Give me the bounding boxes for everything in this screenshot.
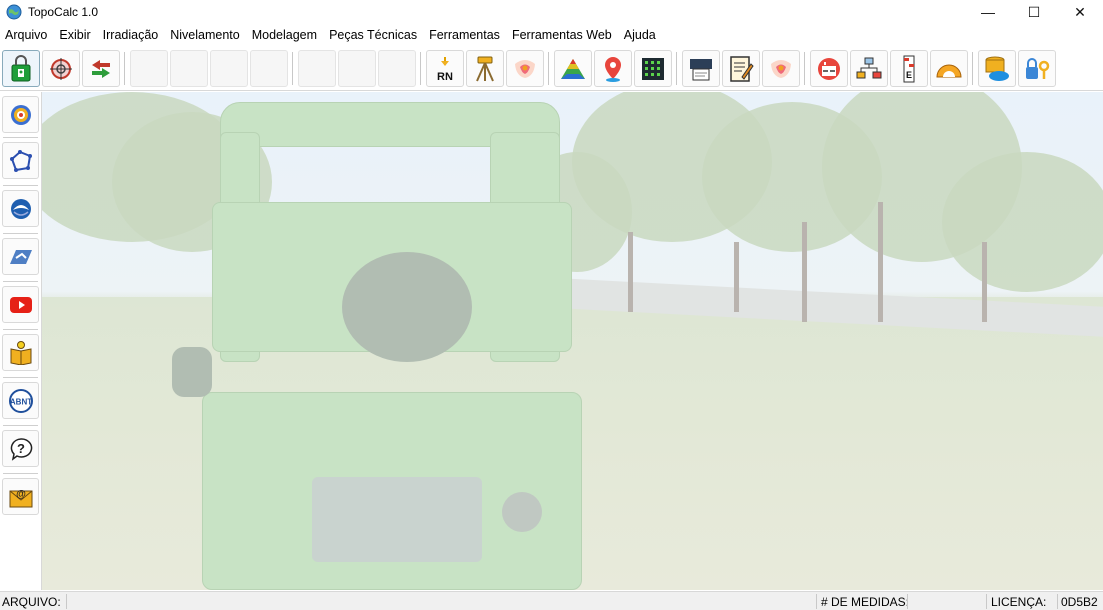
target-crosshair-icon bbox=[48, 56, 74, 82]
background-photo bbox=[42, 92, 1103, 590]
menu-ajuda[interactable]: Ajuda bbox=[619, 28, 663, 42]
noaa-button[interactable] bbox=[2, 190, 39, 227]
target-button[interactable] bbox=[42, 50, 80, 87]
youtube-button[interactable] bbox=[2, 286, 39, 323]
email-icon: @ bbox=[8, 485, 34, 509]
license-lock-button[interactable] bbox=[2, 50, 40, 87]
menu-irradiacao[interactable]: Irradiação bbox=[98, 28, 166, 42]
email-text: @ bbox=[16, 489, 26, 500]
document-edit-button[interactable] bbox=[722, 50, 760, 87]
orange-logo-button-2[interactable] bbox=[762, 50, 800, 87]
swap-arrows-icon bbox=[88, 58, 114, 80]
maximize-button[interactable]: ☐ bbox=[1011, 0, 1057, 24]
status-bar: ARQUIVO: # DE MEDIDAS: LICENÇA: 0D5B2 bbox=[0, 591, 1103, 610]
menu-exibir[interactable]: Exibir bbox=[54, 28, 97, 42]
license-lock-icon bbox=[8, 54, 34, 83]
shape-tool-button[interactable] bbox=[2, 238, 39, 275]
key-lock-button[interactable] bbox=[1018, 50, 1056, 87]
help-text: ? bbox=[17, 441, 25, 456]
calculator-icon bbox=[816, 56, 842, 82]
app-globe-icon bbox=[6, 4, 22, 20]
tripod-level-button[interactable] bbox=[466, 50, 504, 87]
manual-book-button[interactable] bbox=[2, 334, 39, 371]
toolbar-empty-slot[interactable] bbox=[338, 50, 376, 87]
instrument-display bbox=[312, 477, 482, 562]
main-toolbar: RN E bbox=[0, 45, 1103, 91]
left-sidebar: ABNT ? @ bbox=[0, 92, 42, 590]
map-pin-icon bbox=[602, 55, 624, 83]
plotter-print-button[interactable] bbox=[682, 50, 720, 87]
abnt-button[interactable]: ABNT bbox=[2, 382, 39, 419]
protractor-button[interactable] bbox=[930, 50, 968, 87]
menu-bar: Arquivo Exibir Irradiação Nivelamento Mo… bbox=[0, 25, 1103, 45]
polygon-button[interactable] bbox=[2, 142, 39, 179]
terrain-model-icon bbox=[559, 56, 587, 82]
help-question-icon: ? bbox=[9, 437, 33, 461]
youtube-icon bbox=[9, 296, 33, 314]
toolbar-empty-slot[interactable] bbox=[298, 50, 336, 87]
tripod-level-icon bbox=[472, 55, 498, 83]
menu-pecas-tecnicas[interactable]: Peças Técnicas bbox=[324, 28, 424, 42]
key-lock-icon bbox=[1023, 56, 1051, 82]
document-edit-icon bbox=[728, 55, 754, 83]
abnt-icon: ABNT bbox=[8, 388, 34, 414]
grid-points-icon bbox=[641, 57, 665, 81]
noaa-icon bbox=[9, 197, 33, 221]
status-arquivo-label: ARQUIVO: bbox=[2, 595, 61, 609]
map-pin-button[interactable] bbox=[594, 50, 632, 87]
terrain-model-button[interactable] bbox=[554, 50, 592, 87]
toolbar-empty-slot[interactable] bbox=[210, 50, 248, 87]
leveling-staff-button[interactable]: E bbox=[890, 50, 928, 87]
toolbar-empty-slot[interactable] bbox=[250, 50, 288, 87]
status-medidas-label: # DE MEDIDAS: bbox=[821, 595, 910, 609]
network-diagram-icon bbox=[855, 56, 883, 82]
window-title: TopoCalc 1.0 bbox=[28, 5, 99, 19]
protractor-icon bbox=[935, 59, 963, 79]
abnt-text: ABNT bbox=[9, 397, 31, 406]
staff-text: E bbox=[906, 70, 912, 80]
instrument-knob bbox=[172, 347, 212, 397]
target-circle-icon bbox=[9, 103, 33, 127]
calculator-button[interactable] bbox=[810, 50, 848, 87]
shape-tool-icon bbox=[8, 246, 34, 268]
title-bar: TopoCalc 1.0 — ☐ ✕ bbox=[0, 0, 1103, 24]
toolbar-empty-slot[interactable] bbox=[170, 50, 208, 87]
help-button[interactable]: ? bbox=[2, 430, 39, 467]
orange-logo-icon bbox=[512, 58, 538, 80]
leveling-staff-icon: E bbox=[899, 55, 919, 83]
rn-benchmark-icon: RN bbox=[432, 55, 458, 83]
toolbar-empty-slot[interactable] bbox=[130, 50, 168, 87]
menu-ferramentas-web[interactable]: Ferramentas Web bbox=[507, 28, 619, 42]
close-button[interactable]: ✕ bbox=[1057, 0, 1103, 24]
plotter-print-icon bbox=[687, 56, 715, 82]
orange-logo-button[interactable] bbox=[506, 50, 544, 87]
telescope-lens bbox=[342, 252, 472, 362]
network-diagram-button[interactable] bbox=[850, 50, 888, 87]
grid-points-button[interactable] bbox=[634, 50, 672, 87]
minimize-button[interactable]: — bbox=[965, 0, 1011, 24]
menu-nivelamento[interactable]: Nivelamento bbox=[165, 28, 246, 42]
orange-logo-icon bbox=[768, 58, 794, 80]
polygon-icon bbox=[8, 149, 34, 173]
status-licenca-value: 0D5B2 bbox=[1061, 595, 1098, 609]
status-licenca-label: LICENÇA: bbox=[991, 595, 1047, 609]
cloud-database-icon bbox=[983, 55, 1011, 83]
email-button[interactable]: @ bbox=[2, 478, 39, 515]
menu-ferramentas[interactable]: Ferramentas bbox=[424, 28, 507, 42]
toolbar-empty-slot[interactable] bbox=[378, 50, 416, 87]
target-circle-button[interactable] bbox=[2, 96, 39, 133]
rn-benchmark-button[interactable]: RN bbox=[426, 50, 464, 87]
menu-arquivo[interactable]: Arquivo bbox=[0, 28, 54, 42]
rn-text: RN bbox=[437, 71, 453, 83]
manual-book-icon bbox=[9, 340, 33, 365]
menu-modelagem[interactable]: Modelagem bbox=[247, 28, 324, 42]
cloud-database-button[interactable] bbox=[978, 50, 1016, 87]
swap-button[interactable] bbox=[82, 50, 120, 87]
